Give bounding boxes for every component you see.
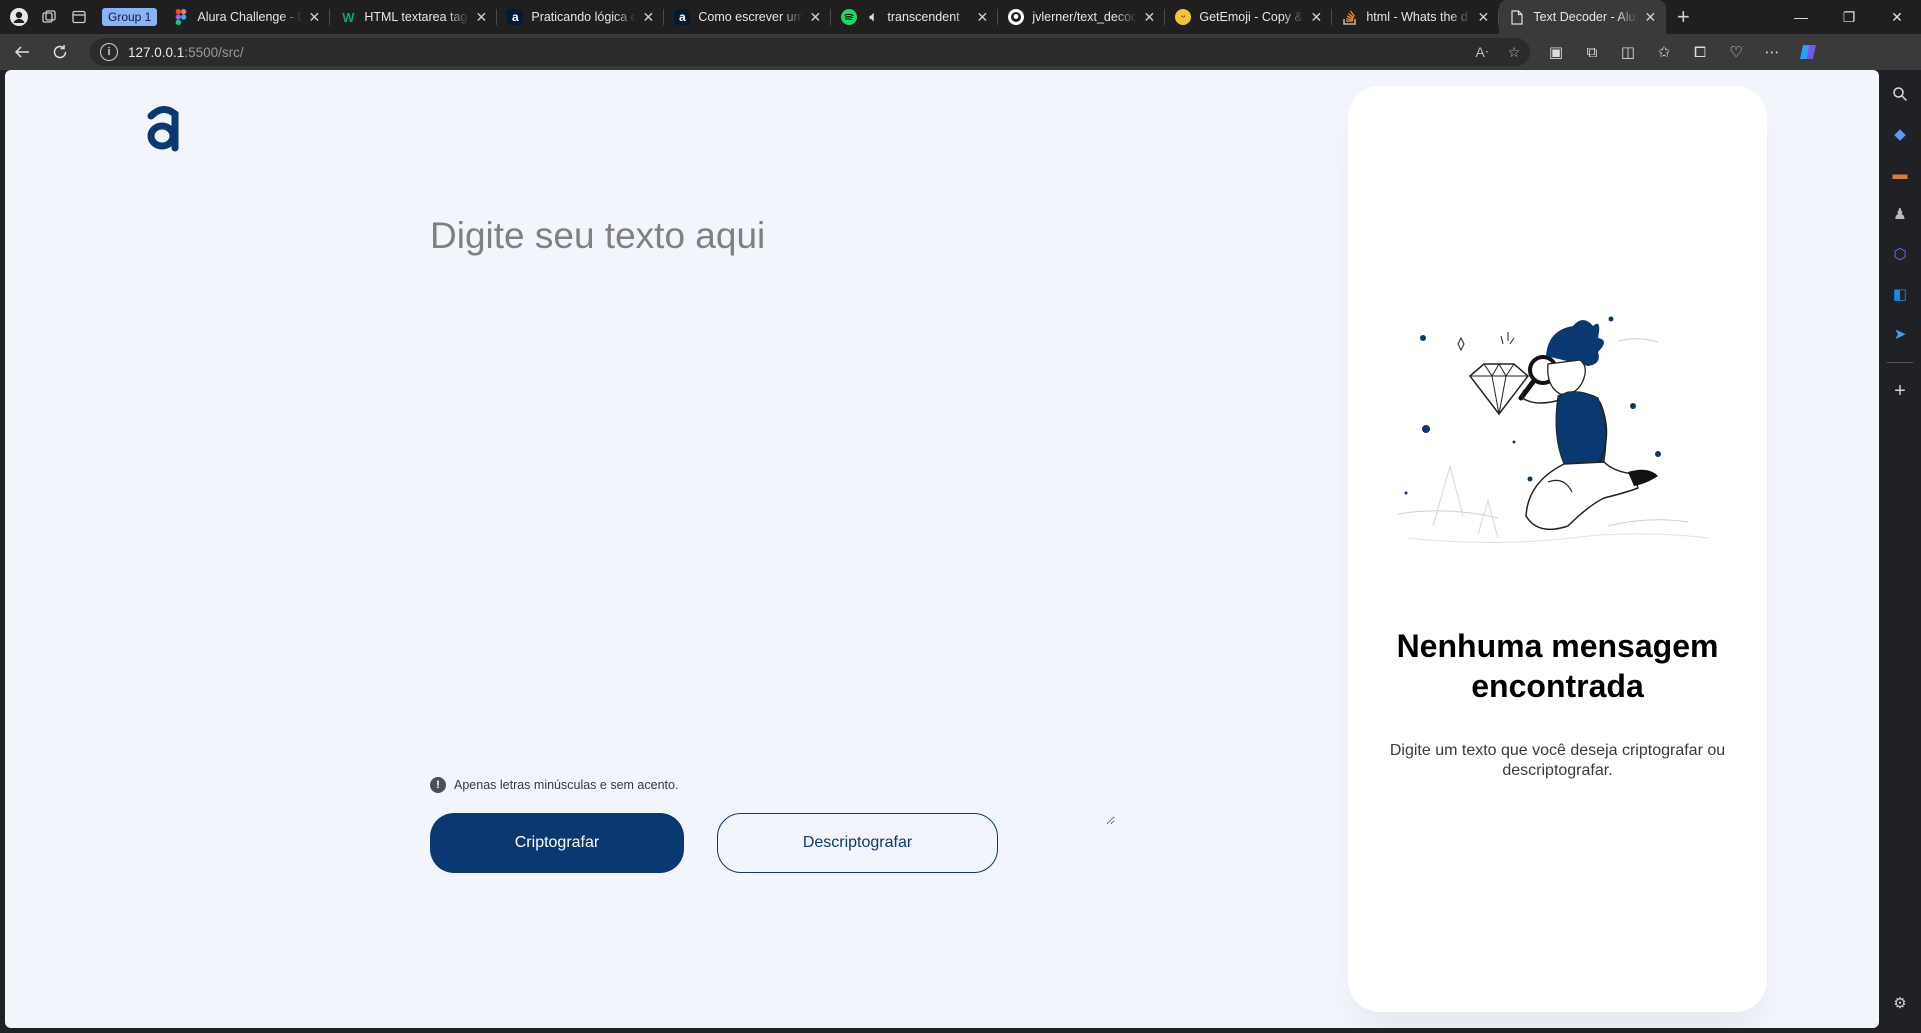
tab-stackoverflow[interactable]: html - Whats the d ✕ xyxy=(1332,0,1500,34)
browser-essentials-icon[interactable]: ♡ xyxy=(1718,36,1754,68)
search-icon[interactable] xyxy=(1879,74,1921,114)
close-tab-icon[interactable]: ✕ xyxy=(640,9,656,26)
tab-title: jvlerner/text_decod xyxy=(1032,10,1138,24)
page-icon xyxy=(1509,9,1525,25)
spotify-icon xyxy=(841,9,858,25)
new-tab-button[interactable]: + xyxy=(1666,0,1700,34)
browser-toolbar: i 127.0.0.1:5500/src/ Aᐧ ☆ ▣ ⧉ ◫ ✩ ⧠ ♡ ⋯ xyxy=(0,34,1921,70)
address-bar[interactable]: i 127.0.0.1:5500/src/ Aᐧ ☆ xyxy=(90,38,1530,66)
github-icon xyxy=(1008,9,1025,25)
back-icon[interactable] xyxy=(6,36,38,68)
page-viewport: ! Apenas letras minúsculas e sem acento.… xyxy=(5,70,1879,1028)
tab-spotify[interactable]: 🔈︎ transcendent ✕ xyxy=(831,0,999,34)
window-controls: — ❐ ✕ xyxy=(1777,0,1921,34)
extensions-icon[interactable]: ⧉ xyxy=(1574,36,1610,68)
app-available-icon[interactable]: ▣ xyxy=(1538,36,1574,68)
url-text[interactable]: 127.0.0.1:5500/src/ xyxy=(128,45,244,60)
tools-briefcase-icon[interactable]: ▬ xyxy=(1879,154,1921,194)
tab-title: Alura Challenge - D xyxy=(197,10,303,24)
add-sidebar-app-icon[interactable]: + xyxy=(1879,371,1921,411)
tab-como-escrever[interactable]: a Como escrever um ✕ xyxy=(664,0,832,34)
emoji-icon: ᵕ xyxy=(1175,9,1192,25)
close-tab-icon[interactable]: ✕ xyxy=(1141,9,1157,26)
close-tab-icon[interactable]: ✕ xyxy=(473,9,489,26)
decrypt-button[interactable]: Descriptografar xyxy=(717,813,998,873)
person-magnifier-illustration xyxy=(1397,316,1709,544)
tab-text-decoder[interactable]: Text Decoder - Alur ✕ xyxy=(1499,0,1667,34)
split-screen-icon[interactable]: ◫ xyxy=(1610,36,1646,68)
tab-getemoji[interactable]: ᵕ GetEmoji - Copy & ✕ xyxy=(1165,0,1333,34)
alura-icon: a xyxy=(507,9,524,25)
close-window-icon[interactable]: ✕ xyxy=(1873,0,1921,34)
copilot-icon[interactable] xyxy=(1790,36,1826,68)
edge-sidebar: ◆ ▬ ♟ ⬡ ◧ ➤ + ⚙ xyxy=(1879,70,1921,1033)
empty-state-title: Nenhuma mensagem encontrada xyxy=(1396,628,1719,704)
tab-title: Text Decoder - Alur xyxy=(1533,10,1639,24)
close-tab-icon[interactable]: ✕ xyxy=(1642,9,1658,26)
tab-title: GetEmoji - Copy & xyxy=(1199,10,1303,24)
figma-icon xyxy=(173,9,189,25)
input-hint: ! Apenas letras minúsculas e sem acento. xyxy=(430,777,678,793)
close-tab-icon[interactable]: ✕ xyxy=(807,9,823,26)
tab-alura-challenge[interactable]: Alura Challenge - D ✕ xyxy=(163,0,331,34)
settings-gear-icon[interactable]: ⚙ xyxy=(1879,983,1921,1023)
restore-icon[interactable]: ❐ xyxy=(1825,0,1873,34)
tab-actions-icon[interactable] xyxy=(64,2,94,32)
text-input[interactable] xyxy=(430,215,1115,825)
close-tab-icon[interactable]: ✕ xyxy=(1308,9,1324,26)
alura-logo-icon xyxy=(147,106,179,152)
speaker-icon[interactable]: 🔈︎ xyxy=(865,9,881,25)
refresh-icon[interactable] xyxy=(44,36,76,68)
microsoft365-icon[interactable]: ⬡ xyxy=(1879,234,1921,274)
profile-icon[interactable] xyxy=(4,2,34,32)
tab-html-textarea[interactable]: W HTML textarea tag ✕ xyxy=(330,0,498,34)
exclamation-icon: ! xyxy=(430,777,446,793)
more-options-icon[interactable]: ⋯ xyxy=(1754,36,1790,68)
site-info-icon[interactable]: i xyxy=(100,43,118,61)
read-aloud-icon[interactable]: Aᐧ xyxy=(1466,44,1498,61)
outlook-icon[interactable]: ◧ xyxy=(1879,274,1921,314)
hint-text: Apenas letras minúsculas e sem acento. xyxy=(454,778,679,792)
close-tab-icon[interactable]: ✕ xyxy=(974,9,990,26)
url-path: :5500/src/ xyxy=(184,44,244,60)
collections-icon[interactable]: ⧠ xyxy=(1682,36,1718,68)
tab-group-chip[interactable]: Group 1 xyxy=(102,8,158,26)
tab-title: Praticando lógica d xyxy=(531,10,637,24)
tab-title: html - Whats the d xyxy=(1366,10,1468,24)
close-tab-icon[interactable]: ✕ xyxy=(306,9,322,26)
tab-praticando-logica[interactable]: a Praticando lógica d ✕ xyxy=(497,0,665,34)
tab-bar: Group 1 Alura Challenge - D ✕ W HTML tex… xyxy=(0,0,1921,34)
send-icon[interactable]: ➤ xyxy=(1879,314,1921,354)
tab-title: HTML textarea tag xyxy=(364,10,468,24)
minimize-icon[interactable]: — xyxy=(1777,0,1825,34)
stackoverflow-icon xyxy=(1342,9,1358,25)
close-tab-icon[interactable]: ✕ xyxy=(1475,9,1491,26)
tab-title: Como escrever um xyxy=(698,10,804,24)
favorites-icon[interactable]: ✩ xyxy=(1646,36,1682,68)
alura-icon: a xyxy=(674,9,691,25)
favorite-star-icon[interactable]: ☆ xyxy=(1498,44,1530,61)
shopping-tag-icon[interactable]: ◆ xyxy=(1879,114,1921,154)
url-host: 127.0.0.1 xyxy=(128,44,185,60)
empty-state-description: Digite um texto que você deseja criptogr… xyxy=(1389,742,1726,779)
workspaces-icon[interactable] xyxy=(34,2,64,32)
games-icon[interactable]: ♟ xyxy=(1879,194,1921,234)
output-panel: Nenhuma mensagem encontrada Digite um te… xyxy=(1348,86,1767,1012)
encrypt-button[interactable]: Criptografar xyxy=(430,813,684,873)
tab-title: transcendent xyxy=(887,10,960,24)
w3schools-icon: W xyxy=(342,9,355,25)
tab-github[interactable]: jvlerner/text_decod ✕ xyxy=(998,0,1166,34)
